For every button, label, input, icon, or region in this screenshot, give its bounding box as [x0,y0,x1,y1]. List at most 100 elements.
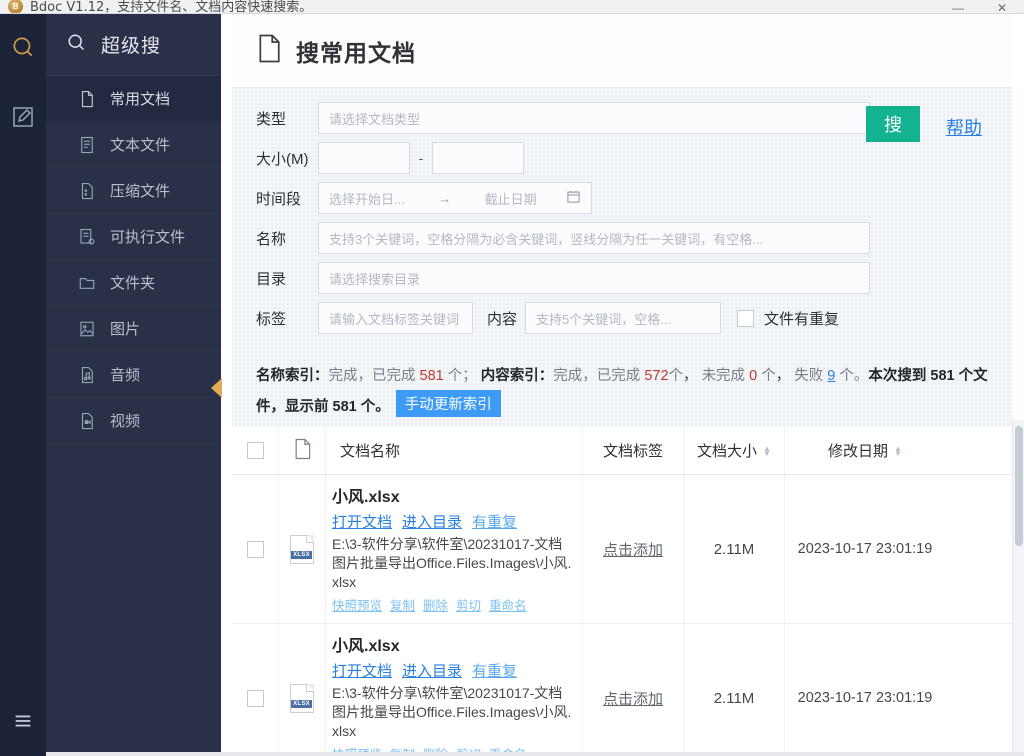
open-directory-link[interactable]: 进入目录 [402,514,462,531]
sidebar-item-label: 压缩文件 [110,183,171,200]
duplicate-checkbox[interactable] [737,309,755,327]
content-index-state: 完成， [553,368,597,384]
xlsx-file-icon-label: XLSX [291,699,312,708]
content-undone-count: 0 [749,368,758,384]
column-header-tag[interactable]: 文档标签 [583,427,684,474]
panel-right-edge [1012,14,1024,420]
open-document-link[interactable]: 打开文档 [332,514,392,531]
status-period: 。 [853,368,869,384]
row-checkbox[interactable] [246,689,264,707]
file-path: E:\3-软件分享\软件室\20231017-文档图片批量导出Office.Fi… [332,685,572,739]
sort-size-icon[interactable]: ▲ ▼ [763,444,771,457]
sort-date-icon[interactable]: ▲ ▼ [894,444,902,457]
delete-link[interactable]: 删除 [423,599,448,613]
directory-select[interactable]: 请选择搜索目录 [318,262,870,294]
row-select-cell [232,624,279,756]
add-tag-link[interactable]: 点击添加 [603,539,663,560]
open-directory-link[interactable]: 进入目录 [402,663,462,680]
result-prefix: 本次搜到 [868,368,927,384]
help-link[interactable]: 帮助 [946,114,982,140]
sidebar-item-video[interactable]: 视频 [46,398,221,444]
result-suffix: 个。 [360,399,390,415]
column-header-size[interactable]: 文档大小 ▲ ▼ [684,427,785,474]
audio-file-icon [78,366,96,384]
content-done-unit: 个 [668,368,684,384]
sidebar-item-audio[interactable]: 音频 [46,352,221,398]
result-count: 581 [930,368,955,384]
file-primary-links: 打开文档 进入目录 有重复 [332,660,576,681]
sidebar-item-text-files[interactable]: 文本文件 [46,122,221,168]
sidebar-item-archive-files[interactable]: 压缩文件 [46,168,221,214]
edit-rail-button[interactable] [0,84,46,154]
icon-rail [0,14,46,756]
select-all-checkbox[interactable] [246,442,264,459]
add-tag-link[interactable]: 点击添加 [603,688,663,709]
cut-link[interactable]: 剪切 [456,599,481,613]
result-shown: 581 [332,399,357,415]
table-row[interactable]: XLSX 小风.xlsx 打开文档 进入目录 有重复 E:\3-软件分享\软件室\2… [232,624,1012,756]
size-max-input[interactable] [432,142,524,174]
search-button[interactable]: 搜 [866,106,920,142]
form-row-directory: 目录 请选择搜索目录 [256,262,1012,294]
index-status: 名称索引：完成，已完成 581 个； 内容索引：完成，已完成 572个， 未完成… [232,352,1012,427]
tag-label: 标签 [256,310,287,328]
folder-icon [78,274,96,292]
scrollbar-thumb[interactable] [1015,426,1023,546]
row-tag-cell: 点击添加 [583,475,684,623]
calendar-icon [566,189,581,207]
manual-update-index-button[interactable]: 手动更新索引 [395,390,501,417]
sidebar-item-label: 音频 [110,367,141,384]
sidebar-collapse-handle[interactable] [211,378,222,398]
hamburger-menu-button[interactable] [0,690,46,756]
form-row-daterange: 时间段 选择开始日... → 截止日期 [256,182,1012,214]
tag-placeholder: 请输入文档标签关键词 [329,311,460,327]
image-file-icon [78,320,96,338]
column-header-name[interactable]: 文档名称 [326,427,583,474]
window-titlebar: B Bdoc V1.12，支持文件名、文档内容快速搜索。 — ✕ [0,0,1024,14]
content-failed-count[interactable]: 9 [827,368,835,384]
sidebar-item-executable-files[interactable]: 可执行文件 [46,214,221,260]
name-input[interactable]: 支持3个关键词，空格分隔为必含关键词，竖线分隔为任一关键词，有空格... [318,222,870,254]
row-date-cell: 2023-10-17 23:01:19 [785,475,945,623]
copy-link[interactable]: 复制 [390,599,415,613]
rename-link[interactable]: 重命名 [489,599,527,613]
sidebar-item-common-documents[interactable]: 常用文档 [46,76,221,122]
open-document-link[interactable]: 打开文档 [332,663,392,680]
sidebar-item-folders[interactable]: 文件夹 [46,260,221,306]
document-icon [256,34,282,68]
window-bottom-strip [46,752,1024,756]
size-min-input[interactable] [318,142,410,174]
snapshot-preview-link[interactable]: 快照预览 [332,599,382,613]
row-name-cell: 小风.xlsx 打开文档 进入目录 有重复 E:\3-软件分享\软件室\202310… [326,475,583,623]
close-button[interactable]: ✕ [980,0,1024,13]
table-row[interactable]: XLSX 小风.xlsx 打开文档 进入目录 有重复 E:\3-软件分享\软件室\2… [232,475,1012,624]
column-header-date[interactable]: 修改日期 ▲ ▼ [785,427,945,474]
sidebar-header: 超级搜 [46,14,221,76]
row-checkbox[interactable] [246,540,264,558]
size-label: 大小(M) [256,150,309,168]
file-primary-links: 打开文档 进入目录 有重复 [332,511,576,532]
name-index-state: 完成， [328,368,373,384]
content-input[interactable]: 支持5个关键词，空格... [525,302,722,334]
file-name: 小风.xlsx [332,489,400,506]
content-undone-unit: 个 [761,368,776,384]
name-label: 名称 [256,230,287,248]
row-filetype-cell: XLSX [279,624,326,756]
search-rail-button[interactable] [0,14,46,84]
minimize-button[interactable]: — [936,0,980,13]
date-arrow-icon: → [438,190,452,206]
content-failed-unit: 个 [839,368,854,384]
results-vertical-scrollbar[interactable] [1012,420,1024,756]
file-name: 小风.xlsx [332,638,400,655]
has-duplicate-link[interactable]: 有重复 [472,514,517,531]
content-label: 内容 [487,310,518,328]
row-select-cell [232,475,279,623]
table-header-row: 文档名称 文档标签 文档大小 ▲ ▼ 修改日期 ▲ ▼ [232,427,1012,475]
type-select[interactable]: 请选择文档类型 [318,102,870,134]
daterange-picker[interactable]: 选择开始日... → 截止日期 [318,182,592,214]
tag-input[interactable]: 请输入文档标签关键词 [318,302,473,334]
sidebar-item-images[interactable]: 图片 [46,306,221,352]
sidebar-title: 超级搜 [101,36,162,57]
file-modified-date: 2023-10-17 23:01:19 [797,690,933,706]
has-duplicate-link[interactable]: 有重复 [472,663,517,680]
